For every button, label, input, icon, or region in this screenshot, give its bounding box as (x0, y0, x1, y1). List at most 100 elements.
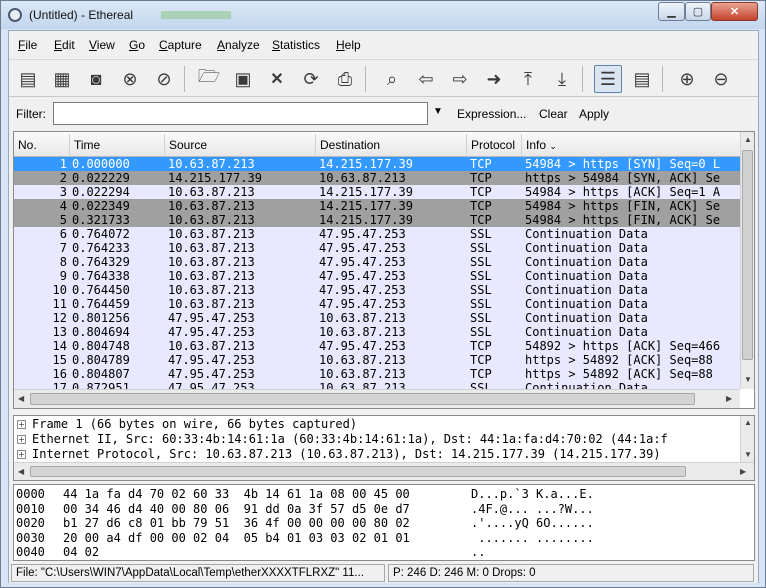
scroll-left-icon[interactable]: ◀ (18, 394, 24, 403)
scroll-down-icon[interactable]: ▼ (744, 375, 752, 384)
close-file-icon[interactable]: ✕ (263, 65, 291, 93)
packet-row[interactable]: 11 0.764459 10.63.87.213 47.95.47.253 SSL Con… (14, 297, 740, 311)
menu-file[interactable]: File (18, 38, 37, 52)
packet-row[interactable]: 17 0.872951 47.95.47.253 10.63.87.213 SSL Con… (14, 381, 740, 389)
scroll-thumb[interactable] (30, 393, 695, 405)
go-first-packet-icon[interactable]: ⤒ (514, 65, 542, 93)
packet-row[interactable]: 2 0.022229 14.215.177.39 10.63.87.213 TCP htt… (14, 171, 740, 185)
packet-list-vertical-scrollbar[interactable]: ▲ ▼ (740, 132, 754, 389)
packet-list-horizontal-scrollbar[interactable]: ◀ ▶ (14, 389, 740, 408)
go-forward-icon[interactable]: ⇨ (446, 65, 474, 93)
expand-icon[interactable]: + (17, 450, 26, 459)
menu-help[interactable]: Help (336, 38, 361, 52)
detail-row-ip[interactable]: + Internet Protocol, Src: 10.63.87.213 (… (14, 447, 740, 462)
bytes-ascii: D...p.`3 K.a...E. (471, 487, 594, 501)
go-last-packet-icon[interactable]: ⤓ (548, 65, 576, 93)
packet-row[interactable]: 3 0.022294 10.63.87.213 14.215.177.39 TCP 549… (14, 185, 740, 199)
packet-row[interactable]: 5 0.321733 10.63.87.213 14.215.177.39 TCP 549… (14, 213, 740, 227)
details-vertical-scrollbar[interactable]: ▲ ▼ (740, 416, 754, 462)
close-button[interactable]: ✕ (711, 2, 758, 21)
packet-cell-proto: TCP (470, 157, 492, 171)
packet-cell-info: 54984 > https [ACK] Seq=1 A (525, 185, 721, 199)
apply-button[interactable]: Apply (579, 107, 609, 121)
print-icon[interactable]: ⎙ (331, 65, 359, 93)
column-header-protocol[interactable]: Protocol (471, 138, 515, 152)
menu-view[interactable]: View (89, 38, 115, 52)
packet-cell-time: 0.022349 (72, 199, 130, 213)
menu-mnemonic: E (54, 38, 63, 52)
toolbar-separator (365, 66, 366, 92)
maximize-button[interactable]: ▢ (685, 2, 711, 21)
filter-input[interactable] (53, 102, 428, 125)
packet-row[interactable]: 9 0.764338 10.63.87.213 47.95.47.253 SSL Cont… (14, 269, 740, 283)
menu-statistics[interactable]: Statistics (272, 38, 320, 52)
find-packet-icon[interactable]: ⌕ (378, 65, 406, 93)
packet-row[interactable]: 7 0.764233 10.63.87.213 47.95.47.253 SSL Cont… (14, 241, 740, 255)
zoom-in-icon[interactable]: ⊕ (673, 65, 701, 93)
menu-capture[interactable]: Capture (159, 38, 202, 52)
packet-row[interactable]: 15 0.804789 47.95.47.253 10.63.87.213 TCP htt… (14, 353, 740, 367)
scroll-right-icon[interactable]: ▶ (740, 467, 746, 476)
zoom-out-icon[interactable]: ⊖ (707, 65, 735, 93)
scroll-left-icon[interactable]: ◀ (18, 467, 24, 476)
details-horizontal-scrollbar[interactable]: ◀ ▶ (14, 462, 754, 480)
packet-cell-info: Continuation Data (525, 325, 648, 339)
packet-cell-no: 16 (52, 367, 67, 381)
packet-cell-time: 0.000000 (72, 157, 130, 171)
packet-row[interactable]: 12 0.801256 47.95.47.253 10.63.87.213 SSL Con… (14, 311, 740, 325)
scroll-thumb[interactable] (30, 466, 686, 477)
packet-row[interactable]: 16 0.804807 47.95.47.253 10.63.87.213 TCP htt… (14, 367, 740, 381)
scroll-up-icon[interactable]: ▲ (744, 135, 752, 144)
column-header-source[interactable]: Source (169, 138, 207, 152)
scroll-thumb[interactable] (742, 150, 753, 360)
packet-cell-proto: SSL (470, 381, 492, 389)
expression-button[interactable]: Expression... (457, 107, 526, 121)
pane-splitter[interactable] (13, 411, 755, 414)
column-divider[interactable] (521, 134, 522, 155)
scroll-right-icon[interactable]: ▶ (726, 394, 732, 403)
restart-capture-icon[interactable]: ⊘ (150, 65, 178, 93)
menu-go[interactable]: Go (129, 38, 145, 52)
packet-row[interactable]: 1 0.000000 10.63.87.213 14.215.177.39 TCP 549… (14, 157, 740, 171)
column-header-time[interactable]: Time (74, 138, 100, 152)
column-header-no[interactable]: No. (18, 138, 37, 152)
open-folder-icon[interactable]: 🗁 (195, 65, 223, 93)
scroll-down-icon[interactable]: ▼ (744, 450, 752, 459)
bytes-hex: 00 34 46 d4 40 00 80 06 91 dd 0a 3f 57 d… (63, 501, 410, 516)
scroll-up-icon[interactable]: ▲ (744, 418, 752, 427)
go-to-packet-icon[interactable]: ➜ (480, 65, 508, 93)
capture-options-icon[interactable]: ▦ (48, 65, 76, 93)
menu-edit[interactable]: Edit (54, 38, 75, 52)
auto-scroll-icon[interactable]: ▤ (628, 65, 656, 93)
expand-icon[interactable]: + (17, 435, 26, 444)
column-divider[interactable] (466, 134, 467, 155)
interface-list-icon[interactable]: ▤ (14, 65, 42, 93)
column-divider[interactable] (315, 134, 316, 155)
packet-row[interactable]: 6 0.764072 10.63.87.213 47.95.47.253 SSL Cont… (14, 227, 740, 241)
packet-row[interactable]: 10 0.764450 10.63.87.213 47.95.47.253 SSL Con… (14, 283, 740, 297)
clear-button[interactable]: Clear (539, 107, 568, 121)
filter-dropdown-icon[interactable]: ▼ (433, 106, 443, 117)
reload-icon[interactable]: ⟳ (297, 65, 325, 93)
packet-row[interactable]: 8 0.764329 10.63.87.213 47.95.47.253 SSL Cont… (14, 255, 740, 269)
packet-cell-proto: SSL (470, 311, 492, 325)
stop-capture-icon[interactable]: ⊗ (116, 65, 144, 93)
colorize-icon[interactable]: ☰ (594, 65, 622, 93)
packet-cell-info: https > 54892 [ACK] Seq=88 (525, 367, 713, 381)
column-header-destination[interactable]: Destination (320, 138, 380, 152)
packet-row[interactable]: 13 0.804694 47.95.47.253 10.63.87.213 SSL Con… (14, 325, 740, 339)
column-header-info[interactable]: Info ⌄ (526, 138, 557, 152)
start-capture-icon[interactable]: ◙ (82, 65, 110, 93)
column-divider[interactable] (69, 134, 70, 155)
column-divider[interactable] (164, 134, 165, 155)
expand-icon[interactable]: + (17, 420, 26, 429)
go-back-icon[interactable]: ⇦ (412, 65, 440, 93)
packet-row[interactable]: 14 0.804748 10.63.87.213 47.95.47.253 TCP 548… (14, 339, 740, 353)
save-icon[interactable]: ▣ (229, 65, 257, 93)
packet-row[interactable]: 4 0.022349 10.63.87.213 14.215.177.39 TCP 549… (14, 199, 740, 213)
detail-row-ethernet[interactable]: + Ethernet II, Src: 60:33:4b:14:61:1a (6… (14, 432, 740, 447)
minimize-button[interactable]: ▁ (658, 2, 685, 21)
detail-row-frame[interactable]: + Frame 1 (66 bytes on wire, 66 bytes ca… (14, 417, 740, 432)
title-bar[interactable]: (Untitled) - Ethereal ▁ ▢ ✕ (1, 1, 765, 29)
menu-analyze[interactable]: Analyze (217, 38, 260, 52)
